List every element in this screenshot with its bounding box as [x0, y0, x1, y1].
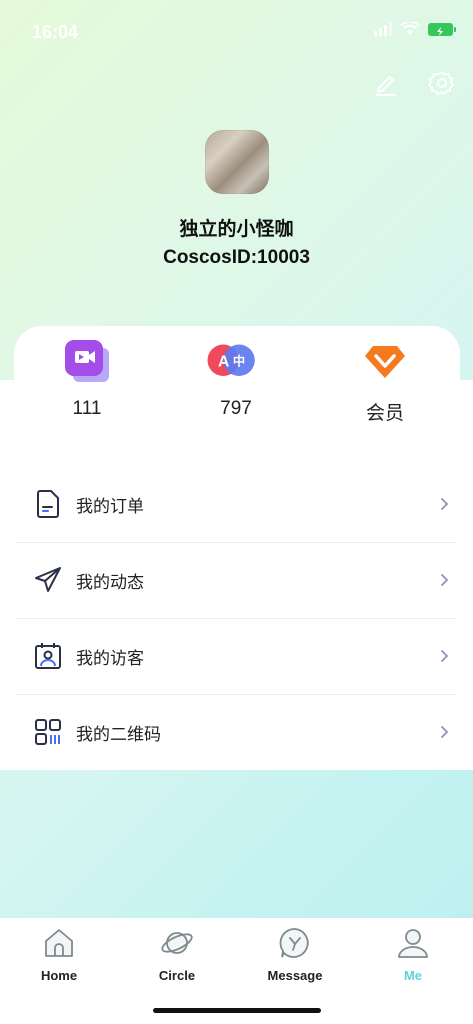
visitor-calendar-icon — [32, 640, 64, 672]
menu-item-visitors[interactable]: 我的访客 — [0, 618, 473, 694]
tab-circle-label: Circle — [158, 968, 196, 983]
settings-button[interactable] — [427, 68, 457, 98]
stat-vip[interactable]: 会员 — [340, 338, 430, 425]
menu-list: 我的订单 我的动态 我的访客 我的二维码 — [0, 466, 473, 770]
menu-item-moments-label: 我的动态 — [76, 572, 144, 593]
menu-item-qrcode-label: 我的二维码 — [76, 724, 161, 745]
svg-text:A: A — [218, 353, 229, 370]
tab-me-label: Me — [403, 968, 423, 983]
stat-translate[interactable]: A 中 797 — [191, 338, 281, 420]
stat-videos-value: 111 — [72, 398, 102, 419]
menu-item-orders-label: 我的订单 — [76, 496, 144, 517]
user-name: 独立的小怪咖 — [179, 218, 294, 240]
status-time: 16:04 — [32, 22, 79, 42]
tab-home-label: Home — [40, 968, 78, 983]
video-icon — [63, 338, 111, 386]
home-icon — [45, 929, 73, 957]
pencil-icon — [376, 76, 396, 96]
message-icon — [279, 928, 309, 958]
gear-icon — [428, 71, 454, 95]
chevron-right-icon — [433, 649, 457, 663]
avatar[interactable] — [204, 130, 269, 194]
tab-me[interactable]: Me — [368, 926, 458, 983]
wifi-icon — [400, 22, 420, 35]
tab-circle[interactable]: Circle — [132, 926, 222, 983]
chevron-right-icon — [433, 497, 457, 511]
signal-icon — [374, 22, 392, 36]
translate-icon: A 中 — [207, 338, 260, 386]
chevron-right-icon — [433, 725, 457, 739]
menu-item-qrcode[interactable]: 我的二维码 — [0, 694, 473, 770]
paper-plane-icon — [32, 564, 64, 596]
profile-header: 独立的小怪咖 CoscosID:10003 — [0, 130, 473, 269]
tab-message[interactable]: Message — [250, 926, 340, 983]
svg-text:中: 中 — [233, 354, 245, 369]
menu-item-moments[interactable]: 我的动态 — [0, 542, 473, 618]
stat-videos[interactable]: 111 — [42, 338, 132, 420]
tab-home[interactable]: Home — [14, 926, 104, 983]
planet-icon — [161, 932, 193, 954]
vip-diamond-icon — [361, 338, 409, 386]
edit-button[interactable] — [371, 68, 401, 98]
header-actions — [371, 68, 457, 98]
menu-item-visitors-label: 我的访客 — [76, 648, 144, 669]
order-document-icon — [32, 488, 64, 520]
chevron-right-icon — [433, 573, 457, 587]
battery-icon — [428, 22, 456, 36]
tab-message-label: Message — [267, 968, 323, 983]
menu-item-orders[interactable]: 我的订单 — [0, 466, 473, 542]
status-bar: 16:04 — [0, 0, 473, 66]
qr-code-icon — [32, 716, 64, 748]
stat-vip-label: 会员 — [365, 403, 404, 424]
stat-translate-value: 797 — [220, 398, 252, 419]
user-id: CoscosID:10003 — [163, 247, 310, 268]
status-icons — [374, 22, 456, 36]
home-indicator — [153, 1008, 321, 1013]
profile-icon — [398, 929, 428, 958]
